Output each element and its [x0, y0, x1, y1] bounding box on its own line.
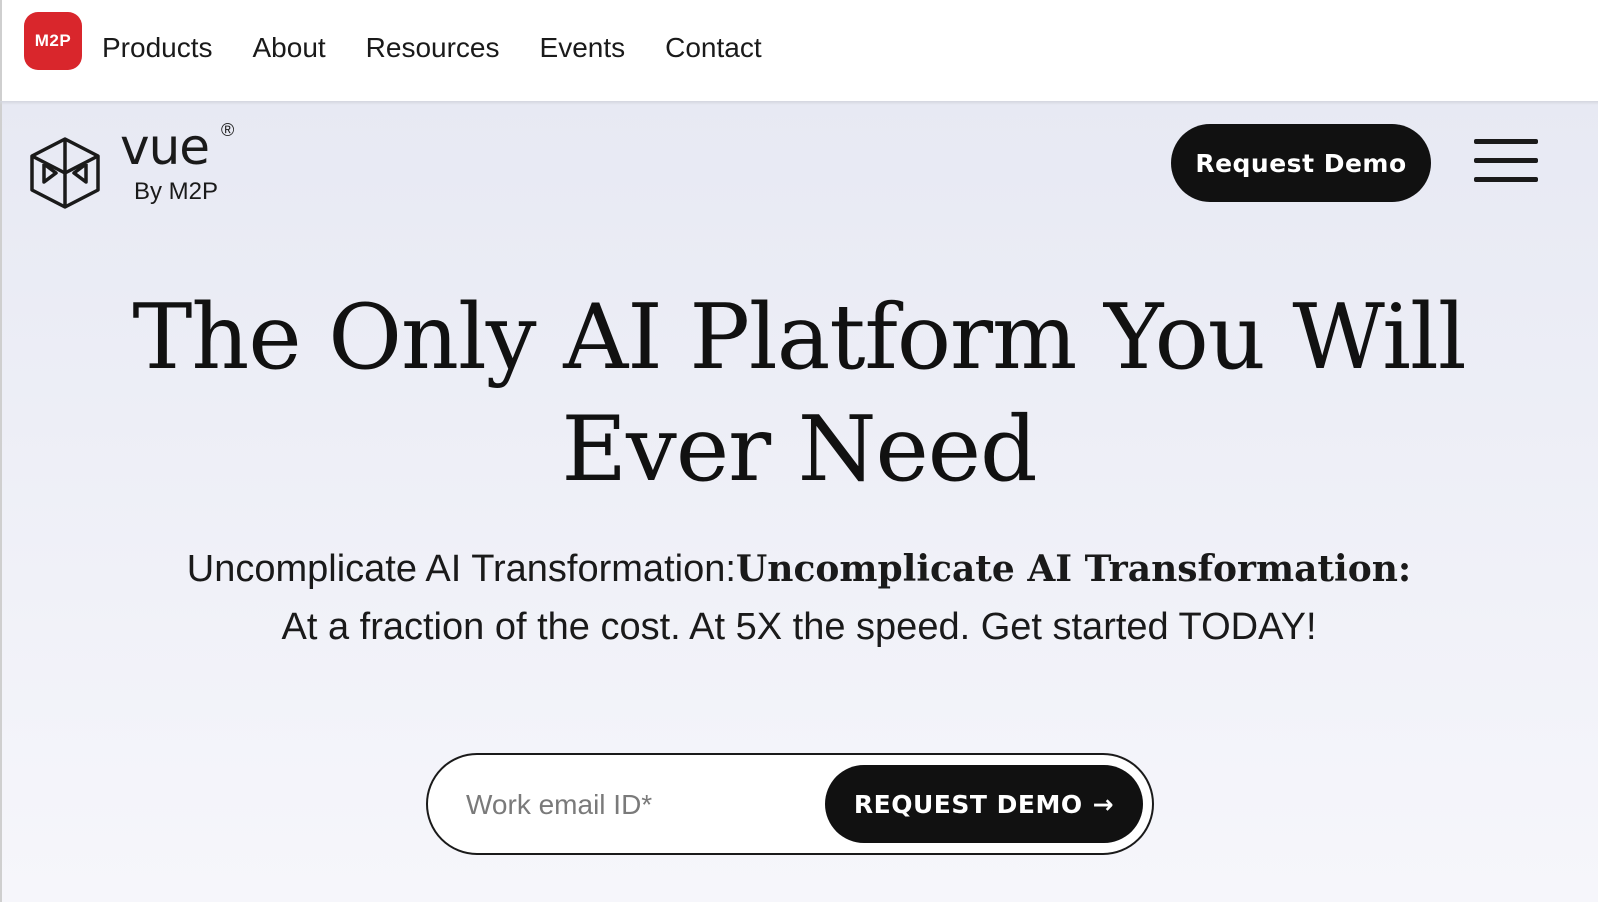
- subline-regular: Uncomplicate AI Transformation:: [186, 548, 736, 590]
- request-demo-button[interactable]: Request Demo: [1171, 124, 1431, 202]
- submit-label: REQUEST DEMO: [853, 789, 1083, 819]
- top-nav-menu: Products About Resources Events Contact: [102, 28, 762, 68]
- topbar-divider: [0, 101, 1598, 105]
- top-navigation-bar: M2P Products About Resources Events Cont…: [0, 0, 1598, 101]
- m2p-logo[interactable]: M2P: [24, 12, 82, 70]
- hero-subheadline: Uncomplicate AI Transformation:Uncomplic…: [0, 540, 1598, 656]
- nav-item-resources[interactable]: Resources: [366, 28, 500, 68]
- hero-headline-line2: Ever Need: [561, 397, 1037, 502]
- vue-wordmark: vue ® By M2P: [120, 120, 250, 205]
- hero-headline: The Only AI Platform You Will Ever Need: [0, 282, 1598, 506]
- nav-item-about[interactable]: About: [253, 28, 326, 68]
- submit-request-demo-button[interactable]: REQUEST DEMO →: [825, 765, 1143, 843]
- registered-mark: ®: [221, 120, 235, 140]
- hamburger-line: [1474, 139, 1538, 144]
- vue-cube-icon: [30, 137, 100, 209]
- hamburger-line: [1474, 158, 1538, 163]
- vue-brand-logo[interactable]: vue ® By M2P: [28, 120, 234, 210]
- work-email-input[interactable]: [464, 777, 808, 833]
- subline-bold: Uncomplicate AI Transformation:: [735, 548, 1412, 590]
- nav-item-contact[interactable]: Contact: [665, 28, 762, 68]
- arrow-right-icon: →: [1092, 789, 1115, 819]
- vue-byline: By M2P: [134, 178, 219, 205]
- nav-item-events[interactable]: Events: [540, 28, 626, 68]
- nav-item-products[interactable]: Products: [102, 28, 213, 68]
- subline-line2: At a fraction of the cost. At 5X the spe…: [281, 606, 1317, 648]
- hero-headline-line1: The Only AI Platform You Will: [132, 285, 1466, 390]
- email-demo-form: REQUEST DEMO →: [426, 753, 1154, 855]
- hamburger-line: [1474, 177, 1538, 182]
- hamburger-menu-icon[interactable]: [1474, 137, 1540, 185]
